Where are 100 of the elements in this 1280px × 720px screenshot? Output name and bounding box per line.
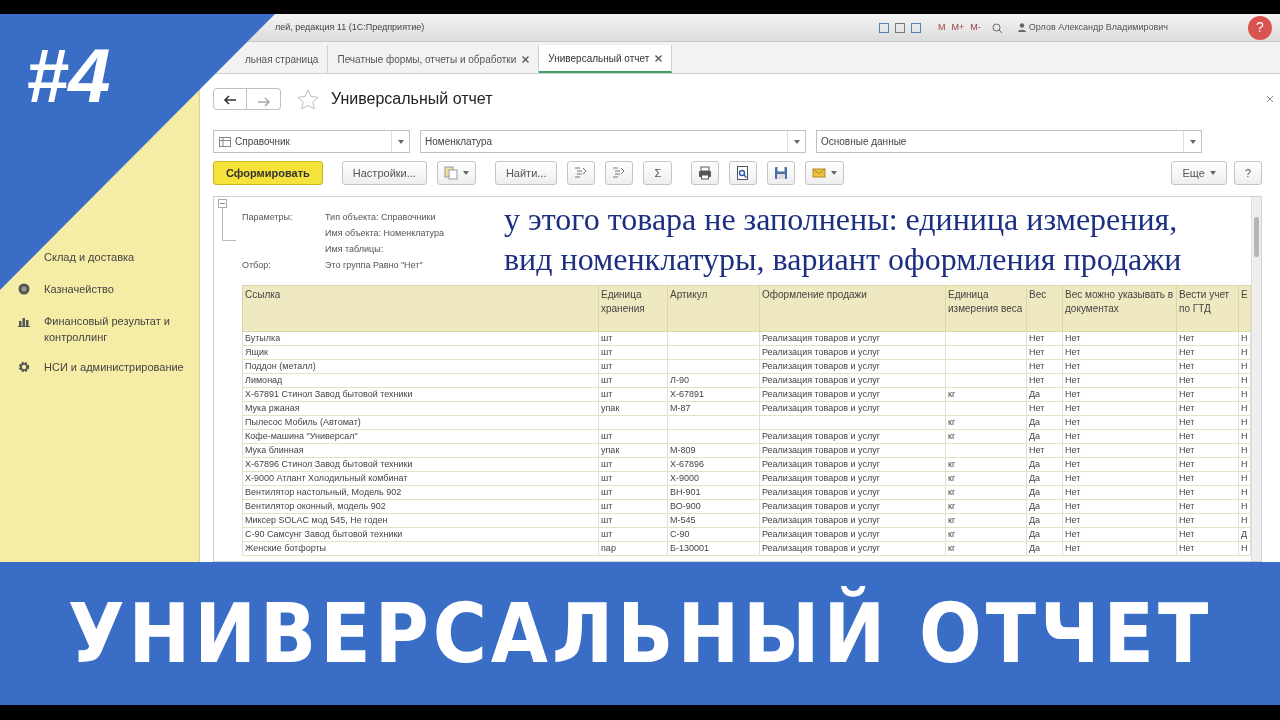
table-cell: Нет bbox=[1062, 415, 1177, 430]
select-field[interactable]: Номенклатура bbox=[420, 130, 806, 153]
table-cell: Х-9000 bbox=[667, 471, 760, 486]
sidebar-item[interactable]: Финансовый результат и контроллинг bbox=[44, 313, 192, 345]
toolbar-button[interactable] bbox=[729, 161, 758, 185]
table-cell: Нет bbox=[1062, 331, 1177, 346]
table-cell: Кофе-машина "Универсал" bbox=[242, 429, 599, 444]
table-cell: кг bbox=[945, 415, 1027, 430]
parameter-value: Имя объекта: Номенклатура bbox=[325, 227, 444, 240]
table-cell: Н bbox=[1238, 541, 1251, 556]
toolbar-button[interactable] bbox=[767, 161, 796, 185]
toolbar-button[interactable]: Еще bbox=[1171, 161, 1227, 185]
toolbar-button[interactable]: Настройки... bbox=[341, 161, 427, 185]
table-cell: Нет bbox=[1176, 527, 1239, 542]
table-cell: Нет bbox=[1062, 499, 1177, 514]
table-cell: М-545 bbox=[667, 513, 760, 528]
star-icon[interactable] bbox=[297, 89, 319, 109]
column-header: Ссылка bbox=[242, 285, 599, 332]
table-cell: Нет bbox=[1062, 373, 1177, 388]
table-cell: Нет bbox=[1176, 387, 1239, 402]
table-cell: упак bbox=[598, 443, 668, 458]
user-name: Орлов Александр Владимирович bbox=[1028, 20, 1168, 34]
select-field[interactable]: Справочник bbox=[213, 130, 410, 153]
table-cell: Поддон (металл) bbox=[242, 359, 599, 374]
tab[interactable]: Универсальный отчет bbox=[539, 45, 673, 73]
table-cell: Х-67891 Стинол Завод бытовой техники bbox=[242, 387, 599, 402]
annotation-text: вид номенклатуры, вариант оформления продажи bbox=[504, 240, 1183, 279]
collapse-toggle[interactable] bbox=[218, 199, 227, 208]
table-cell: шт bbox=[598, 373, 668, 388]
envelope-icon bbox=[812, 166, 827, 180]
parameter-value: Это группа Равно "Нет" bbox=[325, 259, 423, 272]
table-cell: шт bbox=[598, 471, 668, 486]
toolbar-square-icon[interactable] bbox=[879, 22, 890, 33]
back-button[interactable] bbox=[213, 88, 247, 110]
table-cell: С-90 bbox=[667, 527, 760, 542]
table-cell: кг bbox=[945, 527, 1027, 542]
grouping-icon bbox=[612, 166, 627, 180]
sidebar-item[interactable]: Казначейство bbox=[44, 281, 192, 297]
close-icon[interactable] bbox=[1266, 95, 1274, 103]
parameter-value: Тип объекта: Справочники bbox=[325, 211, 437, 224]
table-cell: кг bbox=[945, 457, 1027, 472]
table-cell: Н bbox=[1238, 359, 1251, 374]
grouping-icon bbox=[574, 166, 589, 180]
table-cell: Нет bbox=[1062, 485, 1177, 500]
table-cell: Нет bbox=[1176, 443, 1239, 458]
table-cell: Н bbox=[1238, 415, 1251, 430]
table-cell: Нет bbox=[1062, 471, 1177, 486]
help-button[interactable]: ? bbox=[1248, 15, 1272, 40]
table-cell: Нет bbox=[1176, 359, 1239, 374]
table-cell: шт bbox=[598, 513, 668, 528]
column-header: Вести учет по ГТД bbox=[1176, 285, 1239, 332]
table-cell: Нет bbox=[1062, 345, 1177, 360]
table-cell: Реализация товаров и услуг bbox=[759, 429, 946, 444]
table-cell: Н bbox=[1238, 471, 1251, 486]
table-cell: Х-9000 Атлант Холодильный комбинат bbox=[242, 471, 599, 486]
memory-button[interactable]: M- bbox=[967, 20, 984, 35]
table-cell: кг bbox=[945, 429, 1027, 444]
table-cell: кг bbox=[945, 499, 1027, 514]
table-cell: шт bbox=[598, 457, 668, 472]
memory-button[interactable]: M+ bbox=[948, 20, 968, 35]
table-cell: Л-90 bbox=[667, 373, 760, 388]
table-cell: Женские ботфорты bbox=[242, 541, 599, 556]
memory-button[interactable]: M bbox=[935, 20, 949, 35]
sidebar-item[interactable]: Склад и доставка bbox=[44, 249, 192, 265]
table-cell: Ящик bbox=[242, 345, 599, 360]
toolbar-square-icon[interactable] bbox=[895, 22, 906, 33]
parameter-label: Отбор: bbox=[242, 259, 272, 272]
table-cell: кг bbox=[945, 541, 1027, 556]
column-header: Единица измерения веса bbox=[945, 285, 1027, 332]
table-cell: Х-67891 bbox=[667, 387, 760, 402]
scrollbar[interactable] bbox=[1251, 197, 1261, 561]
table-cell: ВН-901 bbox=[667, 485, 760, 500]
table-cell: Нет bbox=[1026, 359, 1063, 374]
table-cell: Реализация товаров и услуг bbox=[759, 541, 946, 556]
sidebar-item[interactable]: НСИ и администрирование bbox=[44, 359, 192, 375]
table-cell: С-90 Самсунг Завод бытовой техники bbox=[242, 527, 599, 542]
table-cell: Да bbox=[1026, 457, 1063, 472]
toolbar-square-icon[interactable] bbox=[911, 22, 922, 33]
toolbar-button[interactable] bbox=[691, 161, 720, 185]
toolbar-button[interactable]: Σ bbox=[643, 161, 673, 185]
table-cell: Нет bbox=[1176, 457, 1239, 472]
report-title: Универсальный отчет bbox=[331, 89, 493, 109]
select-field[interactable]: Основные данные bbox=[816, 130, 1202, 153]
printer-icon bbox=[698, 166, 713, 180]
table-cell: Миксер SOLAC мод 545, Не годен bbox=[242, 513, 599, 528]
close-icon[interactable] bbox=[655, 54, 663, 62]
generate-button[interactable]: Сформировать bbox=[213, 161, 323, 185]
table-cell: Нет bbox=[1062, 387, 1177, 402]
zoom-icon[interactable] bbox=[991, 22, 1002, 33]
gear-icon bbox=[18, 361, 30, 373]
parameter-label: Параметры: bbox=[242, 211, 294, 224]
table-cell: кг bbox=[945, 387, 1027, 402]
close-icon[interactable] bbox=[522, 55, 530, 63]
table-cell: Нет bbox=[1176, 401, 1239, 416]
table-cell: Нет bbox=[1176, 485, 1239, 500]
table-cell: Нет bbox=[1062, 527, 1177, 542]
table-cell: Нет bbox=[1026, 443, 1063, 458]
table-cell: кг bbox=[945, 485, 1027, 500]
toolbar-button[interactable]: ? bbox=[1233, 161, 1262, 185]
toolbar-button[interactable]: Найти... bbox=[494, 161, 558, 185]
